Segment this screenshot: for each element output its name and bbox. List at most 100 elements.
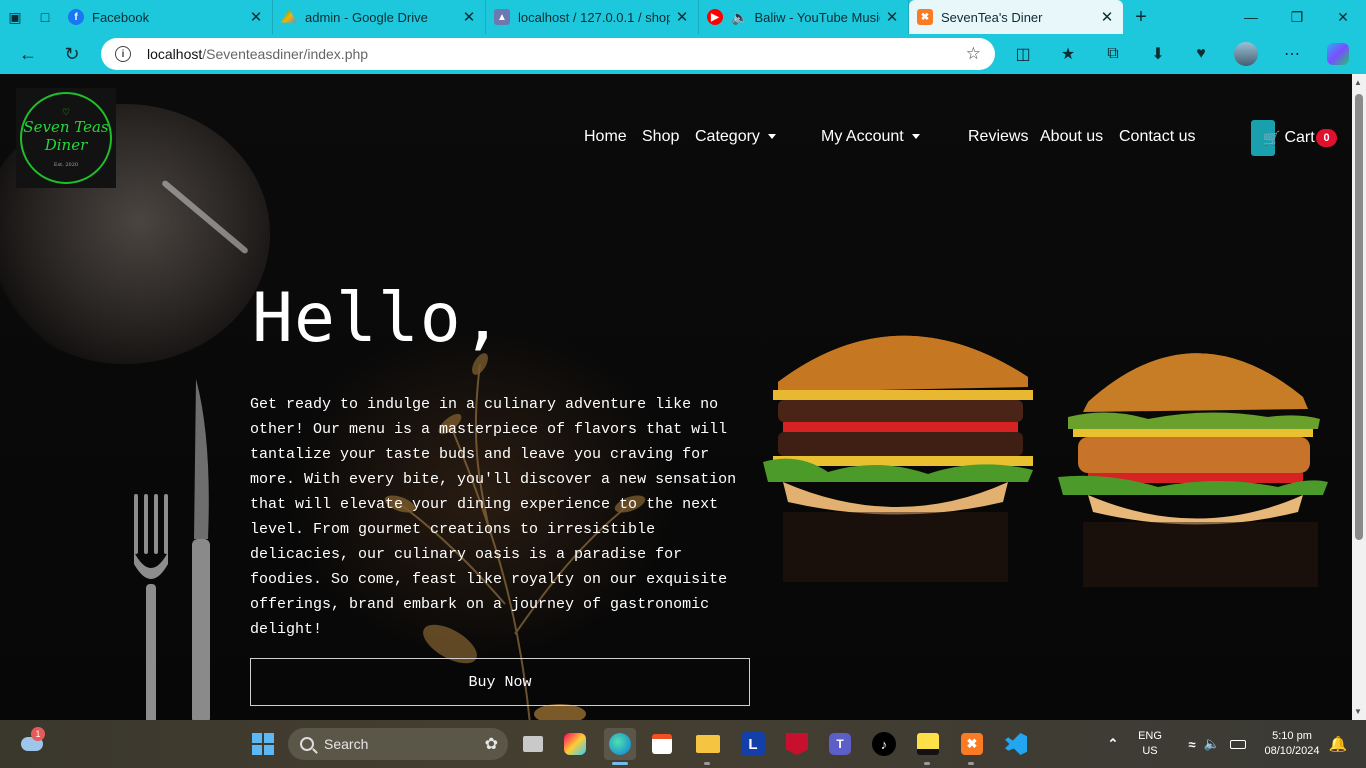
tab-seventeas-diner[interactable]: ✖ SevenTea's Diner ✕ bbox=[909, 0, 1123, 34]
caret-down-icon bbox=[767, 134, 776, 140]
tab-title: admin - Google Drive bbox=[305, 9, 428, 25]
nav-my-account-dropdown[interactable]: My Account bbox=[821, 128, 920, 146]
copilot-icon[interactable] bbox=[559, 728, 591, 760]
restore-button[interactable]: ❐ bbox=[1274, 0, 1320, 34]
phpmyadmin-icon: ▲ bbox=[494, 9, 510, 25]
tab-youtube-music[interactable]: ▶ 🔈 Baliw - YouTube Music ✕ bbox=[699, 0, 909, 34]
xampp-icon[interactable]: ✖ bbox=[956, 728, 988, 760]
refresh-button[interactable]: ↻ bbox=[50, 34, 94, 74]
nav-my-account-label: My Account bbox=[821, 128, 904, 145]
site-navigation: Home Shop Category My Account Reviews Ab… bbox=[0, 128, 1352, 152]
sticky-notes-icon[interactable] bbox=[912, 728, 944, 760]
tab-facebook[interactable]: f Facebook ✕ bbox=[60, 0, 273, 34]
cart-count-badge: 0 bbox=[1316, 129, 1337, 147]
burger-right bbox=[1058, 353, 1328, 587]
facebook-icon: f bbox=[68, 9, 84, 25]
hero-title: Hello, bbox=[252, 279, 504, 358]
favorites-icon[interactable]: ★ bbox=[1053, 34, 1083, 74]
url-path: /Seventeasdiner/index.php bbox=[202, 46, 369, 62]
cart-label: Cart bbox=[1284, 129, 1315, 146]
teams-icon[interactable]: T bbox=[824, 728, 856, 760]
folder-icon[interactable] bbox=[692, 728, 724, 760]
shopping-cart-icon: 🛒 bbox=[1263, 129, 1281, 146]
region-label: US bbox=[1142, 745, 1158, 757]
tab-title: SevenTea's Diner bbox=[941, 9, 1043, 25]
youtube-music-icon: ▶ bbox=[707, 9, 723, 25]
scroll-down-icon[interactable]: ▼ bbox=[1354, 707, 1362, 716]
favorite-star-icon[interactable]: ☆ bbox=[966, 44, 981, 64]
clock[interactable]: 5:10 pm 08/10/2024 bbox=[1254, 729, 1330, 759]
tab-title: Baliw - YouTube Music bbox=[754, 9, 880, 25]
site-info-icon[interactable]: i bbox=[115, 46, 131, 62]
more-options-icon[interactable]: ⋯ bbox=[1277, 34, 1307, 74]
edge-icon[interactable] bbox=[604, 728, 636, 760]
scroll-up-icon[interactable]: ▲ bbox=[1354, 78, 1362, 87]
nav-category-dropdown[interactable]: Category bbox=[695, 128, 776, 146]
weather-badge: 1 bbox=[31, 727, 45, 741]
profile-avatar[interactable] bbox=[1231, 34, 1261, 74]
edge-active-indicator bbox=[612, 762, 628, 765]
battery-icon[interactable] bbox=[1222, 728, 1254, 760]
address-bar[interactable]: i localhost/Seventeasdiner/index.php ☆ bbox=[101, 38, 995, 70]
burger-left bbox=[763, 335, 1033, 582]
close-icon[interactable]: ✕ bbox=[884, 8, 900, 26]
xampp-running-indicator bbox=[968, 762, 974, 765]
buy-now-button[interactable]: Buy Now bbox=[250, 658, 750, 706]
copilot-icon[interactable] bbox=[1323, 34, 1353, 74]
close-icon[interactable]: ✕ bbox=[461, 8, 477, 26]
close-icon[interactable]: ✕ bbox=[248, 8, 264, 26]
language-indicator[interactable]: ENG US bbox=[1134, 729, 1166, 759]
workspaces-icon[interactable]: ▣ bbox=[0, 0, 30, 34]
mcafee-icon[interactable] bbox=[781, 728, 813, 760]
collections-icon[interactable]: ⧉ bbox=[1098, 34, 1128, 74]
notification-bell-icon[interactable]: 🔔 bbox=[1322, 728, 1354, 760]
close-icon[interactable]: ✕ bbox=[674, 8, 690, 26]
store-icon[interactable] bbox=[646, 728, 678, 760]
nav-about-us[interactable]: About us bbox=[1040, 128, 1103, 146]
tab-title: localhost / 127.0.0.1 / shopp bbox=[518, 9, 670, 25]
chevron-up-icon[interactable]: ⌃ bbox=[1097, 728, 1129, 760]
speaker-icon[interactable]: 🔈 bbox=[731, 9, 748, 26]
close-window-button[interactable]: ✕ bbox=[1320, 0, 1366, 34]
windows-taskbar: Search ✿ L T ♪ ✖ ⌃ ENG US ≈ 🔈 5:10 pm 08… bbox=[0, 720, 1366, 768]
vscode-icon[interactable] bbox=[1000, 728, 1032, 760]
tab-google-drive[interactable]: admin - Google Drive ✕ bbox=[273, 0, 486, 34]
page-scrollbar[interactable]: ▲ ▼ bbox=[1352, 74, 1366, 720]
xampp-icon: ✖ bbox=[917, 9, 933, 25]
tab-title: Facebook bbox=[92, 9, 150, 25]
nav-reviews[interactable]: Reviews bbox=[968, 128, 1028, 146]
taskbar-search[interactable]: Search ✿ bbox=[288, 728, 508, 760]
decorative-knife bbox=[192, 379, 210, 720]
sticky-running-indicator bbox=[924, 762, 930, 765]
caret-down-icon bbox=[911, 134, 920, 140]
browser-tab-bar: ▣ □ f Facebook ✕ admin - Google Drive ✕ … bbox=[0, 0, 1366, 34]
heart-icon: ♡ bbox=[61, 108, 71, 118]
search-label: Search bbox=[324, 736, 369, 752]
folder-running-indicator bbox=[704, 762, 710, 765]
downloads-icon[interactable]: ⬇ bbox=[1143, 34, 1173, 74]
time-label: 5:10 pm bbox=[1272, 730, 1312, 742]
split-screen-icon[interactable]: ◫ bbox=[1008, 34, 1038, 74]
scrollbar-thumb[interactable] bbox=[1355, 94, 1363, 540]
start-icon[interactable] bbox=[247, 728, 279, 760]
burgers-image bbox=[763, 335, 1328, 587]
language-label: ENG bbox=[1138, 730, 1162, 742]
file-explorer-icon[interactable] bbox=[517, 728, 549, 760]
nav-home[interactable]: Home bbox=[584, 128, 627, 146]
close-icon[interactable]: ✕ bbox=[1099, 8, 1115, 26]
tiktok-icon[interactable]: ♪ bbox=[868, 728, 900, 760]
nav-category-label: Category bbox=[695, 128, 760, 145]
tab-phpmyadmin[interactable]: ▲ localhost / 127.0.0.1 / shopp ✕ bbox=[486, 0, 699, 34]
google-drive-icon bbox=[281, 9, 297, 23]
logo-line-3: Est. 2020 bbox=[53, 162, 79, 168]
new-tab-button[interactable]: + bbox=[1123, 0, 1159, 34]
nav-contact-us[interactable]: Contact us bbox=[1119, 128, 1195, 146]
nav-shop[interactable]: Shop bbox=[642, 128, 679, 146]
page-viewport: ♡ Seven Teas Diner Est. 2020 Home Shop C… bbox=[0, 74, 1352, 720]
tab-actions-icon[interactable]: □ bbox=[30, 0, 60, 34]
browser-essentials-icon[interactable]: ♥ bbox=[1186, 34, 1216, 74]
minimize-button[interactable]: — bbox=[1228, 0, 1274, 34]
back-button[interactable]: ← bbox=[6, 34, 50, 74]
cart-link[interactable]: 🛒 Cart bbox=[1263, 129, 1315, 147]
l-app-icon[interactable]: L bbox=[737, 728, 769, 760]
